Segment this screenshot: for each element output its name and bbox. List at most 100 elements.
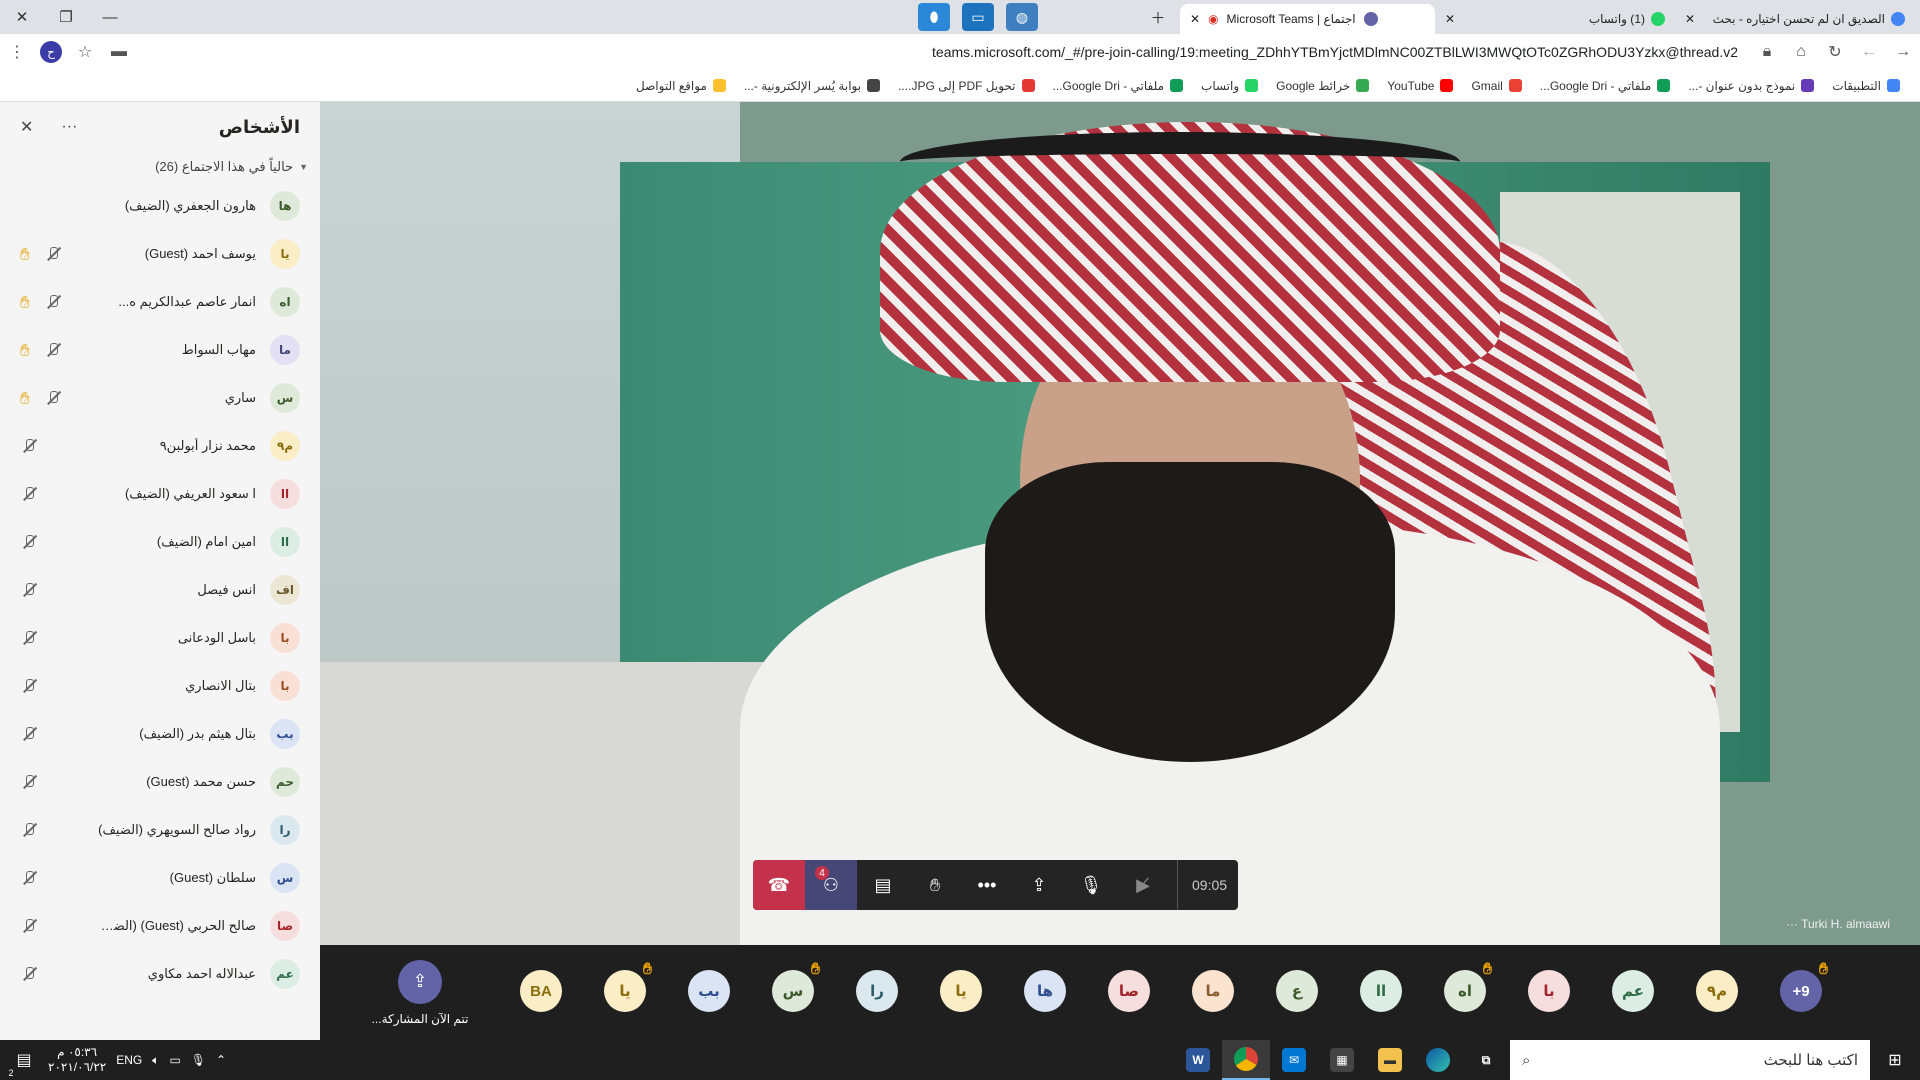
bookmark-item[interactable]: نموذج بدون عنوان -...: [1688, 79, 1815, 93]
participant-row[interactable]: ها هارون الجعفري (الضيف): [0, 182, 320, 230]
more-actions-button[interactable]: •••: [961, 860, 1013, 910]
language-indicator[interactable]: ENG: [116, 1053, 142, 1067]
bookmark-item[interactable]: ملفاتي - Google Dri...: [1540, 79, 1671, 93]
show-participants-button[interactable]: 4 ⚇: [805, 860, 857, 910]
raise-hand-button[interactable]: ✋︎: [909, 860, 961, 910]
participant-row[interactable]: س ساري ✋︎: [0, 374, 320, 422]
back-icon[interactable]: →: [1886, 37, 1920, 67]
network-icon[interactable]: ▭: [169, 1053, 180, 1067]
edge-app[interactable]: [1414, 1040, 1462, 1080]
close-panel-icon[interactable]: ✕: [20, 117, 33, 137]
participant-row[interactable]: عم عبدالاله احمد مكاوي: [0, 950, 320, 998]
participant-bubble[interactable]: اه ✋︎: [1444, 962, 1492, 1012]
participant-row[interactable]: اه انمار عاصم عبدالكريم ه... ✋︎: [0, 278, 320, 326]
participant-bubble[interactable]: ما: [1192, 970, 1234, 1012]
profile-avatar[interactable]: ح: [40, 41, 62, 63]
microphone-tray-icon[interactable]: 🎙︎: [191, 1053, 206, 1067]
participant-bubble[interactable]: ها: [1024, 970, 1066, 1012]
taskbar-clock[interactable]: ٠٥:٣٦ م ٢٠٢١/٠٦/٢٢: [48, 1045, 106, 1075]
mic-button[interactable]: 🎙︎: [1065, 860, 1117, 910]
extension-icon-3[interactable]: ◍: [1006, 3, 1038, 31]
participant-bubble[interactable]: صا: [1108, 970, 1150, 1012]
bookmark-item[interactable]: التطبيقات: [1832, 79, 1900, 93]
notifications-icon[interactable]: ▤ 2: [0, 1040, 48, 1080]
chat-button[interactable]: ▤: [857, 860, 909, 910]
participant-bubble[interactable]: BA: [520, 970, 562, 1012]
participant-row[interactable]: س سلطان (Guest): [0, 854, 320, 902]
bookmark-item[interactable]: بوابة يُسر الإلكترونية -...: [744, 79, 881, 93]
store-app[interactable]: ▦: [1318, 1040, 1366, 1080]
taskbar-search[interactable]: اكتب هنا للبحث ⌕: [1510, 1040, 1870, 1080]
windows-start-icon[interactable]: ⊞: [1870, 1040, 1920, 1080]
chevron-up-icon[interactable]: ⌃: [216, 1053, 226, 1067]
bookmark-item[interactable]: خرائط Google: [1276, 79, 1370, 93]
bookmark-favicon-icon: [1170, 79, 1184, 92]
tab-teams[interactable]: ✕ ◉ اجتماع | Microsoft Teams: [1180, 4, 1435, 34]
participant-row[interactable]: ما مهاب السواط ✋︎: [0, 326, 320, 374]
tab-title: (1) واتساب: [1588, 12, 1645, 26]
participant-bubble[interactable]: با: [1528, 970, 1570, 1012]
participant-bubble[interactable]: س ✋︎: [772, 962, 820, 1012]
bookmark-item[interactable]: تحويل PDF إلى JPG....: [898, 79, 1035, 93]
participant-row[interactable]: با باسل الودعانى: [0, 614, 320, 662]
task-view-app[interactable]: ⧉: [1462, 1040, 1510, 1080]
participant-row[interactable]: را رواد صالح السويهري (الضيف): [0, 806, 320, 854]
extension-icon-1[interactable]: ⬮: [918, 3, 950, 31]
restore-window-icon[interactable]: ❐: [44, 0, 88, 34]
participant-row[interactable]: صا صالح الحربي (Guest) (الضيف): [0, 902, 320, 950]
sharing-indicator[interactable]: ⇪ تتم الآن المشاركة...: [360, 945, 480, 1040]
close-tab-icon[interactable]: ✕: [1445, 12, 1455, 26]
chrome-app[interactable]: [1222, 1040, 1270, 1080]
close-tab-icon[interactable]: ✕: [1685, 12, 1695, 26]
participant-bubble[interactable]: م٩: [1696, 970, 1738, 1012]
participant-row[interactable]: م٩ محمد نزار أبولبن٩: [0, 422, 320, 470]
participant-bubble[interactable]: يا: [940, 970, 982, 1012]
close-window-icon[interactable]: ✕: [0, 0, 44, 34]
bookmark-item[interactable]: مواقع التواصل: [636, 79, 726, 93]
volume-icon[interactable]: 🔈︎: [152, 1053, 159, 1068]
reload-icon[interactable]: ↻: [1818, 37, 1852, 67]
participant-row[interactable]: اا ا سعود العريفي (الضيف): [0, 470, 320, 518]
participant-bubble[interactable]: ع: [1276, 970, 1318, 1012]
tab-google-search[interactable]: ✕ الصديق ان لم تحسن اختياره - بحث: [1675, 4, 1915, 34]
word-app[interactable]: W: [1174, 1040, 1222, 1080]
url-field[interactable]: teams.microsoft.com/_#/pre-join-calling/…: [136, 44, 1750, 60]
minimize-window-icon[interactable]: —: [88, 0, 132, 34]
forward-icon[interactable]: ←: [1852, 37, 1886, 67]
bookmark-item[interactable]: Gmail: [1471, 79, 1522, 93]
participant-row[interactable]: با بتال الانصاري: [0, 662, 320, 710]
participant-row[interactable]: بب بتال هيثم بدر (الضيف): [0, 710, 320, 758]
share-content-button[interactable]: ⇪: [1013, 860, 1065, 910]
participant-bubble[interactable]: +9 ✋︎: [1780, 962, 1828, 1012]
participant-bubble[interactable]: بب: [688, 970, 730, 1012]
bookmark-item[interactable]: YouTube: [1387, 79, 1454, 93]
file-explorer-app[interactable]: ▬: [1366, 1040, 1414, 1080]
bookmark-item[interactable]: ملفاتي - Google Dri...: [1053, 79, 1184, 93]
participant-bubble[interactable]: اا: [1360, 970, 1402, 1012]
camera-button[interactable]: ▶̸: [1117, 860, 1169, 910]
participants-section-header[interactable]: ▼ حالياً في هذا الاجتماع (26): [0, 152, 320, 182]
new-tab-icon[interactable]: ＋: [1136, 0, 1180, 34]
bookmark-star-icon[interactable]: ☆: [68, 37, 102, 67]
menu-kebab-icon[interactable]: ⋮: [0, 37, 34, 67]
mail-app[interactable]: ✉: [1270, 1040, 1318, 1080]
more-options-icon[interactable]: ···: [61, 118, 77, 136]
participant-bubble[interactable]: يا ✋︎: [604, 962, 652, 1012]
home-icon[interactable]: ⌂: [1784, 37, 1818, 67]
bookmark-item[interactable]: واتساب: [1201, 79, 1259, 93]
more-icon[interactable]: ···: [1786, 917, 1801, 931]
tab-whatsapp[interactable]: ✕ (1) واتساب: [1435, 4, 1675, 34]
participant-row[interactable]: يا يوسف احمد (Guest) ✋︎: [0, 230, 320, 278]
participant-bubble[interactable]: عم: [1612, 970, 1654, 1012]
bubble-initials: عم: [1621, 983, 1644, 1000]
close-tab-icon[interactable]: ✕: [1190, 12, 1200, 26]
lock-icon[interactable]: 🔒︎: [1750, 37, 1784, 67]
participant-bubble[interactable]: را: [856, 970, 898, 1012]
participant-row[interactable]: اف انس فيصل: [0, 566, 320, 614]
participant-row[interactable]: اا امين امام (الضيف): [0, 518, 320, 566]
chat-extension-icon[interactable]: ▭: [962, 3, 994, 31]
cast-icon[interactable]: ▬: [102, 37, 136, 67]
hang-up-button[interactable]: ☎︎: [753, 860, 805, 910]
participant-row[interactable]: حم حسن محمد (Guest): [0, 758, 320, 806]
bookmark-favicon-icon: [712, 79, 726, 92]
